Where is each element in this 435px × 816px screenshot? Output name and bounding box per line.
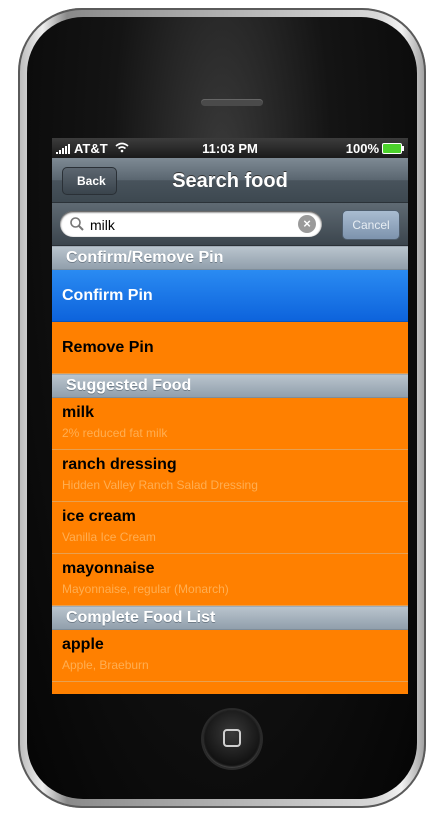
list-item[interactable]: milk 2% reduced fat milk [52, 398, 408, 450]
cancel-button[interactable]: Cancel [342, 210, 400, 240]
list-item[interactable]: apple Apple, Braeburn [52, 630, 408, 682]
search-input[interactable] [88, 214, 292, 236]
section-header-pin: Confirm/Remove Pin [52, 246, 408, 270]
battery-percent: 100% [345, 141, 379, 156]
confirm-pin-button[interactable]: Confirm Pin [52, 270, 408, 322]
food-name: milk [62, 404, 95, 421]
food-name: ice cream [62, 508, 136, 525]
search-icon [70, 217, 84, 231]
list-item[interactable]: mayonnaise Mayonnaise, regular (Monarch) [52, 554, 408, 606]
status-bar: AT&T 11:03 PM 100% [52, 138, 408, 158]
battery-status: 100% [345, 141, 404, 156]
food-name: apple [62, 636, 104, 653]
earpiece-speaker [201, 99, 263, 106]
list-item[interactable]: ranch dressing Hidden Valley Ranch Salad… [52, 450, 408, 502]
app-screen: AT&T 11:03 PM 100% Back Search food × Ca… [52, 138, 408, 694]
navigation-bar: Back Search food [52, 158, 408, 203]
food-detail: 2% reduced fat milk [62, 426, 168, 440]
home-button-icon[interactable] [203, 710, 261, 768]
page-title: Search food [172, 170, 288, 192]
clear-icon[interactable]: × [298, 215, 316, 233]
food-name: mayonnaise [62, 560, 155, 577]
search-field[interactable]: × [60, 211, 322, 237]
list-item[interactable]: ice cream Vanilla Ice Cream [52, 502, 408, 554]
remove-pin-button[interactable]: Remove Pin [52, 322, 408, 374]
battery-icon [382, 143, 404, 154]
section-header-suggested: Suggested Food [52, 374, 408, 398]
food-detail: Mayonnaise, regular (Monarch) [62, 582, 229, 596]
search-bar: × Cancel [52, 203, 408, 246]
food-detail: Hidden Valley Ranch Salad Dressing [62, 478, 258, 492]
food-name: ranch dressing [62, 456, 177, 473]
food-detail: Vanilla Ice Cream [62, 530, 156, 544]
section-header-complete: Complete Food List [52, 606, 408, 630]
food-detail: Apple, Braeburn [62, 658, 149, 672]
